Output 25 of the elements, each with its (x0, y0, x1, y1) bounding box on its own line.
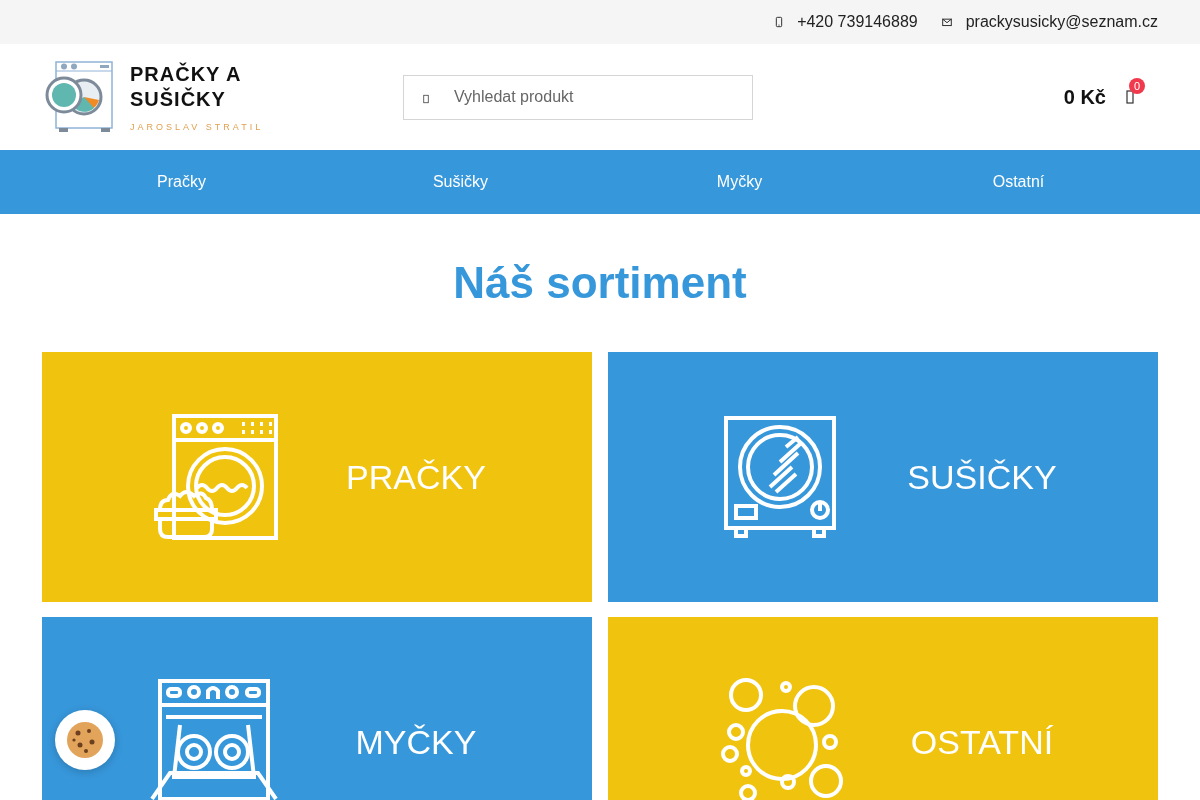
category-tile[interactable]: SUŠIČKY (608, 352, 1158, 602)
nav-link[interactable]: Ostatní (992, 173, 1045, 191)
category-tile[interactable]: PRAČKY (42, 352, 592, 602)
phone-number[interactable]: +420 739146889 (797, 13, 918, 31)
nav-link[interactable]: Myčky (716, 173, 763, 191)
envelope-icon (941, 15, 952, 29)
washing-machine-logo-icon[interactable] (44, 60, 116, 134)
cart-total[interactable]: 0 Kč (1063, 85, 1106, 109)
logo-title[interactable]: PRAČKY A SUŠIČKY (130, 62, 264, 112)
category-tile[interactable]: MYČKY (42, 617, 592, 800)
nav-link[interactable]: Pračky (157, 173, 206, 191)
email-address[interactable]: prackysusicky@seznam.cz (965, 13, 1158, 31)
dishwasher-icon (150, 677, 280, 800)
page-heading: Náš sortiment (452, 258, 748, 308)
cart-count-badge: 0 (1129, 78, 1145, 94)
category-tile[interactable]: OSTATNÍ (608, 617, 1158, 800)
category-label: PRAČKY (345, 457, 487, 497)
search-field[interactable]: Vyhledat produkt (403, 74, 753, 120)
phone-icon (775, 15, 784, 29)
category-label: SUŠIČKY (906, 457, 1058, 497)
logo-subtitle: JAROSLAV STRATIL (130, 122, 264, 132)
category-label: MYČKY (354, 722, 478, 762)
cookie-icon (65, 720, 105, 760)
category-label: OSTATNÍ (909, 722, 1055, 762)
nav-link[interactable]: Sušičky (432, 173, 489, 191)
